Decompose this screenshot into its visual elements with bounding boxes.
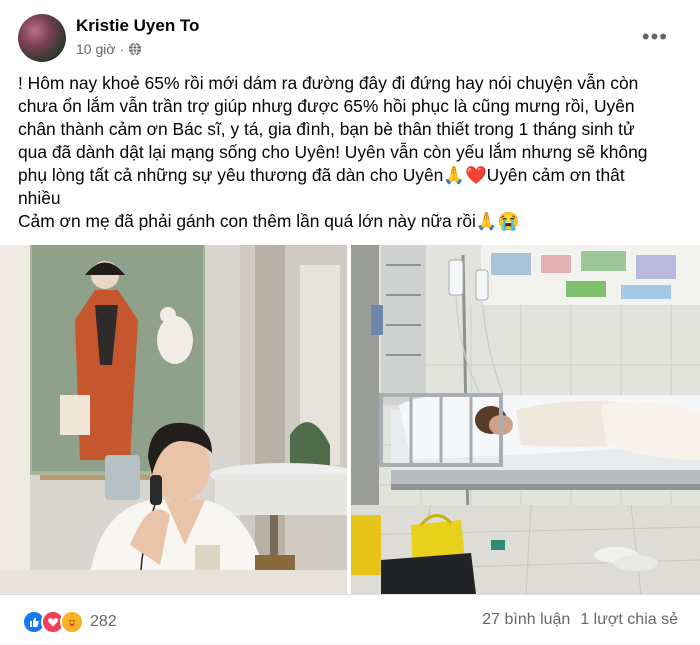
post-text-line: qua đã dành dật lại mạng sống cho Uyên! …: [18, 142, 648, 162]
reaction-count: 282: [90, 613, 117, 630]
post-header: Kristie Uyen To 10 giờ · •••: [18, 14, 684, 66]
post-footer: 282 27 bình luận 1 lượt chia sẻ: [0, 594, 700, 645]
photo-woman-on-phone[interactable]: [0, 245, 347, 594]
comments-count-link[interactable]: 27 bình luận: [482, 611, 570, 629]
photo-grid: [0, 245, 700, 594]
engagement-stats: 27 bình luận 1 lượt chia sẻ: [482, 611, 678, 629]
post-text-line: nhiều: [18, 188, 61, 208]
photo-hospital-bed[interactable]: [351, 245, 700, 594]
post-text-line: chưa ổn lắm vẫn trần trợ giúp nhưg được …: [18, 96, 635, 116]
post-text-line: phụ lòng tất cả những sự yêu thương đã d…: [18, 165, 625, 185]
care-icon: [60, 610, 84, 634]
post-text-line: Cảm ơn mẹ đã phải gánh con thêm lần quá …: [18, 211, 520, 231]
post-text: ! Hôm nay khoẻ 65% rồi mới dám ra đường …: [18, 72, 686, 233]
post-meta: 10 giờ ·: [76, 41, 142, 57]
post-time[interactable]: 10 giờ: [76, 41, 116, 57]
avatar[interactable]: [18, 14, 66, 62]
post-card: Kristie Uyen To 10 giờ · ••• ! Hôm nay k…: [0, 0, 700, 644]
reactions-summary[interactable]: 282: [22, 610, 117, 634]
meta-separator: ·: [119, 41, 125, 57]
globe-icon[interactable]: [128, 42, 142, 56]
author-name[interactable]: Kristie Uyen To: [76, 16, 199, 36]
more-options-icon[interactable]: •••: [642, 26, 668, 48]
post-text-line: ! Hôm nay khoẻ 65% rồi mới dám ra đường …: [18, 73, 639, 93]
post-text-line: chân thành cảm ơn Bác sĩ, y tá, gia đình…: [18, 119, 635, 139]
shares-count-link[interactable]: 1 lượt chia sẻ: [580, 611, 678, 629]
